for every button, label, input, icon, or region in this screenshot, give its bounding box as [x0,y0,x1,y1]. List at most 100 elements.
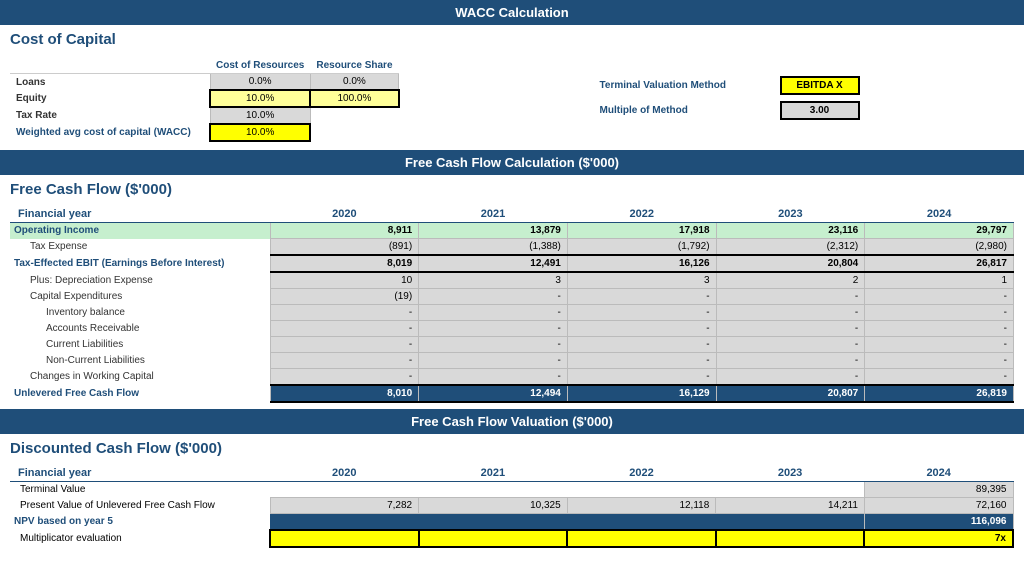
dcf-row-1: Terminal Value89,395 [10,482,1013,498]
fcf-year-2024: 2024 [865,206,1014,223]
fcf-row-9: Non-Current Liabilities----- [10,353,1014,369]
fcf-year-2022: 2022 [567,206,716,223]
dcf-label-4: Multiplicator evaluation [10,530,270,547]
fcf-row-11: Unlevered Free Cash Flow8,01012,49416,12… [10,385,1014,402]
dcf-section: Financial year 2020 2021 2022 2023 2024 … [0,461,1024,554]
fcf-label-9: Non-Current Liabilities [10,353,270,369]
fcf-val-7-4: - [865,321,1014,337]
fcf-val-1-2: 17,918 [567,223,716,239]
fcf-val-1-1: 13,879 [419,223,568,239]
fcf-label-6: Inventory balance [10,305,270,321]
fcf-val-3-1: 12,491 [419,255,568,272]
fcf-val-5-0: (19) [270,289,419,305]
dcf-val-3-2 [567,514,716,531]
wacc-share-2 [310,107,398,124]
multiple-method-label: Multiple of Method [600,105,770,116]
fcf-label-5: Capital Expenditures [10,289,270,305]
fcf-val-6-1: - [419,305,568,321]
wacc-cost-0: 0.0% [210,74,310,91]
fcf-row-6: Inventory balance----- [10,305,1014,321]
wacc-cost-2: 10.0% [210,107,310,124]
dcf-val-3-1 [419,514,568,531]
fcf-val-2-3: (2,312) [716,239,865,256]
fcf-year-2023: 2023 [716,206,865,223]
terminal-valuation-row: Terminal Valuation Method EBITDA X [600,76,860,95]
fcf-val-9-3: - [716,353,865,369]
fcf-val-1-3: 23,116 [716,223,865,239]
dcf-val-1-3 [716,482,865,498]
fcf-val-7-0: - [270,321,419,337]
fcf-label-7: Accounts Receivable [10,321,270,337]
fcf-val-10-4: - [865,369,1014,386]
fcf-val-6-2: - [567,305,716,321]
fcf-val-7-3: - [716,321,865,337]
fcf-header-row: Financial year 2020 2021 2022 2023 2024 [10,206,1014,223]
fcf-label-3: Tax-Effected EBIT (Earnings Before Inter… [10,255,270,272]
wacc-share-0: 0.0% [310,74,398,91]
wacc-row-label-3: Weighted avg cost of capital (WACC) [10,124,210,141]
dcf-val-2-0: 7,282 [270,498,419,514]
wacc-grid: Cost of Resources Resource Share Loans0.… [10,56,1014,142]
dcf-val-2-1: 10,325 [419,498,568,514]
fcf-val-4-0: 10 [270,272,419,289]
wacc-row-label-2: Tax Rate [10,107,210,124]
dcf-val-4-3 [716,530,865,547]
fcf-label-2: Tax Expense [10,239,270,256]
fcf-section: Financial year 2020 2021 2022 2023 2024 … [0,202,1024,409]
dcf-label-3: NPV based on year 5 [10,514,270,531]
dcf-label-1: Terminal Value [10,482,270,498]
fcf-val-11-4: 26,819 [865,385,1014,402]
dcf-val-2-4: 72,160 [864,498,1013,514]
fcf-val-4-4: 1 [865,272,1014,289]
wacc-share-1[interactable]: 100.0% [310,90,398,107]
dcf-year-2022: 2022 [567,465,716,482]
fcf-val-7-2: - [567,321,716,337]
fcf-val-3-2: 16,126 [567,255,716,272]
dcf-val-2-2: 12,118 [567,498,716,514]
wacc-row-1: Equity10.0%100.0% [10,90,399,107]
wacc-cost-3[interactable]: 10.0% [210,124,310,141]
fcf-val-6-3: - [716,305,865,321]
dcf-val-4-2 [567,530,716,547]
dcf-val-2-3: 14,211 [716,498,865,514]
fcf-val-5-1: - [419,289,568,305]
fcf-val-7-1: - [419,321,568,337]
fcf-label-1: Operating Income [10,223,270,239]
dcf-val-3-3 [716,514,865,531]
dcf-year-2023: 2023 [716,465,865,482]
fcf-row-5: Capital Expenditures(19)---- [10,289,1014,305]
fcf-val-6-4: - [865,305,1014,321]
fcf-label-4: Plus: Depreciation Expense [10,272,270,289]
fcf-val-8-1: - [419,337,568,353]
dcf-row-3: NPV based on year 5116,096 [10,514,1013,531]
fcf-year-2020: 2020 [270,206,419,223]
wacc-section-header: WACC Calculation [0,0,1024,25]
fcf-label-10: Changes in Working Capital [10,369,270,386]
wacc-left-panel: Cost of Resources Resource Share Loans0.… [10,56,400,142]
dcf-year-2021: 2021 [419,465,568,482]
fcf-label-11: Unlevered Free Cash Flow [10,385,270,402]
fcf-val-3-0: 8,019 [270,255,419,272]
fcf-row-4: Plus: Depreciation Expense103321 [10,272,1014,289]
fcf-row-7: Accounts Receivable----- [10,321,1014,337]
fcf-val-4-1: 3 [419,272,568,289]
fcf-row-2: Tax Expense(891)(1,388)(1,792)(2,312)(2,… [10,239,1014,256]
wacc-row-3: Weighted avg cost of capital (WACC)10.0% [10,124,399,141]
fcf-val-8-3: - [716,337,865,353]
col-cost-header: Cost of Resources [210,58,310,74]
fcf-col-label: Financial year [10,206,270,223]
fcf-section-header: Free Cash Flow Calculation ($'000) [0,150,1024,175]
dcf-val-4-1 [419,530,568,547]
dcf-val-4-0 [270,530,419,547]
dcf-section-header: Free Cash Flow Valuation ($'000) [0,409,1024,434]
fcf-val-3-4: 26,817 [865,255,1014,272]
fcf-val-2-4: (2,980) [865,239,1014,256]
wacc-cost-1[interactable]: 10.0% [210,90,310,107]
fcf-val-11-0: 8,010 [270,385,419,402]
dcf-label-2: Present Value of Unlevered Free Cash Flo… [10,498,270,514]
fcf-val-3-3: 20,804 [716,255,865,272]
wacc-row-label-0: Loans [10,74,210,91]
fcf-section-title: Free Cash Flow ($'000) [0,175,1024,202]
cost-of-capital-title: Cost of Capital [0,25,1024,52]
multiple-method-value: 3.00 [780,101,860,120]
